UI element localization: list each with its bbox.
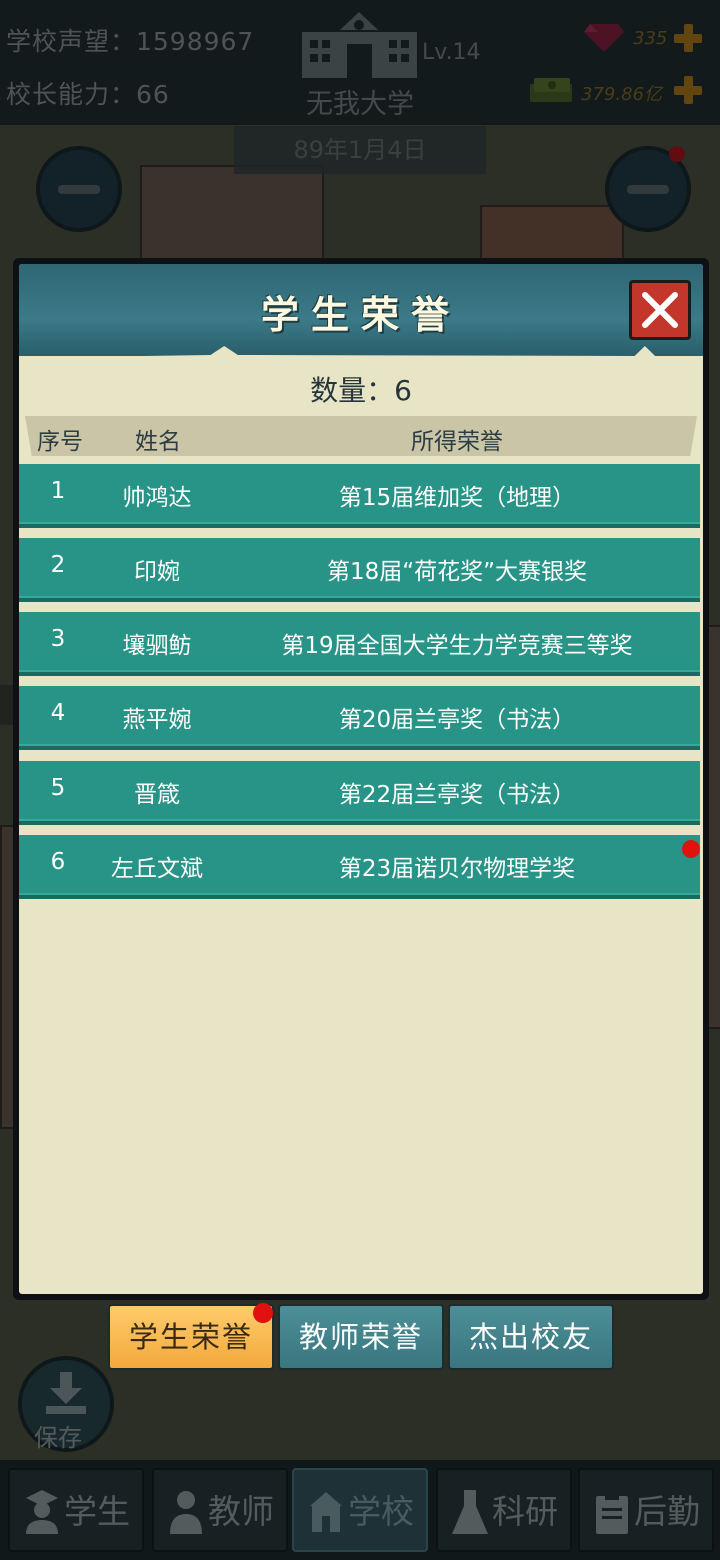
table-row[interactable]: 3 壤驷鲂 第19届全国大学生力学竞赛三等奖 bbox=[19, 612, 700, 676]
honor-count: 数量：6 bbox=[310, 374, 412, 407]
table-header: 序号 姓名 所得荣誉 bbox=[25, 416, 697, 456]
table-row[interactable]: 1 帅鸿达 第15届维加奖（地理） bbox=[19, 464, 700, 528]
tab-teacher-honors[interactable]: 教师荣誉 bbox=[278, 1304, 444, 1370]
table-row[interactable]: 6 左丘文斌 第23届诺贝尔物理学奖 bbox=[19, 835, 700, 899]
honor-text: 第18届“荷花奖”大赛银奖 bbox=[326, 559, 588, 585]
honor-text: 第20届兰亭奖（书法） bbox=[338, 707, 576, 733]
close-icon bbox=[642, 292, 678, 328]
row-number: 6 bbox=[50, 849, 66, 875]
honor-text: 第19届全国大学生力学竞赛三等奖 bbox=[281, 633, 633, 659]
table-row[interactable]: 2 印婉 第18届“荷花奖”大赛银奖 bbox=[19, 538, 700, 602]
tab-distinguished-alumni[interactable]: 杰出校友 bbox=[448, 1304, 614, 1370]
student-name: 左丘文斌 bbox=[111, 856, 203, 882]
student-name: 晋箴 bbox=[134, 782, 180, 808]
column-header-name: 姓名 bbox=[135, 429, 181, 455]
row-number: 2 bbox=[50, 552, 66, 578]
honor-text: 第22届兰亭奖（书法） bbox=[338, 782, 576, 808]
row-number: 1 bbox=[50, 478, 66, 504]
student-honors-dialog: 学生荣誉 数量：6 序号 姓名 所得荣誉 1 帅鸿达 第15届维加奖（地理） 2… bbox=[13, 258, 709, 1300]
close-button[interactable] bbox=[629, 280, 691, 340]
dialog-panel: 学生荣誉 数量：6 序号 姓名 所得荣誉 1 帅鸿达 第15届维加奖（地理） 2… bbox=[19, 264, 703, 1294]
row-number: 4 bbox=[50, 700, 66, 726]
new-honor-dot bbox=[682, 840, 700, 858]
student-name: 壤驷鲂 bbox=[122, 633, 192, 659]
tab-notification-dot bbox=[253, 1303, 273, 1323]
table-row[interactable]: 4 燕平婉 第20届兰亭奖（书法） bbox=[19, 686, 700, 750]
tab-student-honors[interactable]: 学生荣誉 bbox=[108, 1304, 274, 1370]
column-header-number: 序号 bbox=[37, 429, 83, 455]
column-header-honor: 所得荣誉 bbox=[411, 429, 503, 455]
row-number: 5 bbox=[50, 775, 66, 801]
student-name: 帅鸿达 bbox=[122, 485, 192, 511]
row-number: 3 bbox=[50, 626, 66, 652]
student-name: 印婉 bbox=[134, 559, 180, 585]
table-row[interactable]: 5 晋箴 第22届兰亭奖（书法） bbox=[19, 761, 700, 825]
student-name: 燕平婉 bbox=[122, 707, 192, 733]
dialog-title: 学生荣誉 bbox=[260, 292, 461, 337]
honor-text: 第15届维加奖（地理） bbox=[338, 485, 576, 511]
honor-text: 第23届诺贝尔物理学奖 bbox=[338, 856, 576, 882]
dialog-header: 学生荣誉 bbox=[19, 264, 703, 356]
